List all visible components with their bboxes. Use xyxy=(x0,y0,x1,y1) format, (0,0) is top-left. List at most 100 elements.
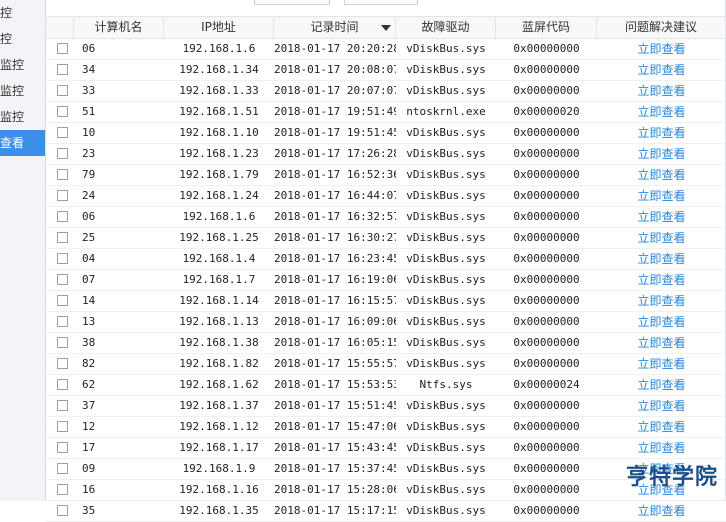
row-checkbox[interactable] xyxy=(57,400,68,411)
row-checkbox[interactable] xyxy=(57,295,68,306)
record-time-cell: 2018-01-17 15:28:06 xyxy=(274,483,396,496)
fault-driver-cell: vDiskBus.sys xyxy=(406,273,486,286)
view-now-link[interactable]: 立即查看 xyxy=(637,378,685,392)
view-now-link[interactable]: 立即查看 xyxy=(637,168,685,182)
header-computer-name[interactable]: 计算机名 xyxy=(74,17,164,38)
row-checkbox[interactable] xyxy=(57,232,68,243)
row-checkbox[interactable] xyxy=(57,148,68,159)
fault-driver-cell: vDiskBus.sys xyxy=(406,357,486,370)
table-row[interactable]: 33 192.168.1.33 2018-01-17 20:07:07 vDiskBu… xyxy=(46,81,726,102)
row-checkbox[interactable] xyxy=(57,169,68,180)
header-suggestion[interactable]: 问题解决建议 xyxy=(597,17,726,38)
row-checkbox[interactable] xyxy=(57,253,68,264)
ip-address-cell: 192.168.1.25 xyxy=(179,231,259,244)
table-row[interactable]: 07 192.168.1.7 2018-01-17 16:19:06 vDiskBus… xyxy=(46,270,726,291)
view-now-link[interactable]: 立即查看 xyxy=(637,105,685,119)
table-row[interactable]: 34 192.168.1.34 2018-01-17 20:08:07 vDiskBu… xyxy=(46,60,726,81)
row-checkbox[interactable] xyxy=(57,190,68,201)
bsod-code-cell: 0x00000000 xyxy=(513,168,580,181)
record-time-cell: 2018-01-17 15:53:53 xyxy=(274,378,396,391)
table-row[interactable]: 12 192.168.1.12 2018-01-17 15:47:06 vDiskBu… xyxy=(46,417,726,438)
row-checkbox[interactable] xyxy=(57,337,68,348)
table-row[interactable]: 37 192.168.1.37 2018-01-17 15:51:45 vDiskBu… xyxy=(46,396,726,417)
row-checkbox[interactable] xyxy=(57,85,68,96)
view-now-link[interactable]: 立即查看 xyxy=(637,294,685,308)
bsod-code-cell: 0x00000020 xyxy=(513,105,580,118)
view-now-link[interactable]: 立即查看 xyxy=(637,441,685,455)
view-now-link[interactable]: 立即查看 xyxy=(637,504,685,518)
sidebar-item-4[interactable]: 监控 xyxy=(0,104,45,130)
row-checkbox[interactable] xyxy=(57,421,68,432)
view-now-link[interactable]: 立即查看 xyxy=(637,231,685,245)
view-now-link[interactable]: 立即查看 xyxy=(637,42,685,56)
table-row[interactable]: 24 192.168.1.24 2018-01-17 16:44:07 vDiskBu… xyxy=(46,186,726,207)
row-checkbox[interactable] xyxy=(57,316,68,327)
view-now-link[interactable]: 立即查看 xyxy=(637,420,685,434)
row-checkbox[interactable] xyxy=(57,442,68,453)
sidebar-item-1[interactable]: 控 xyxy=(0,26,45,52)
header-ip-address[interactable]: IP地址 xyxy=(164,17,274,38)
ip-address-cell: 192.168.1.16 xyxy=(179,483,259,496)
suggestion-cell: 立即查看 xyxy=(597,438,726,458)
table-row[interactable]: 17 192.168.1.17 2018-01-17 15:43:45 vDiskBu… xyxy=(46,438,726,459)
row-checkbox[interactable] xyxy=(57,379,68,390)
table-row[interactable]: 04 192.168.1.4 2018-01-17 16:23:45 vDiskBus… xyxy=(46,249,726,270)
table-row[interactable]: 14 192.168.1.14 2018-01-17 16:15:57 vDiskBu… xyxy=(46,291,726,312)
table-row[interactable]: 25 192.168.1.25 2018-01-17 16:30:27 vDiskBu… xyxy=(46,228,726,249)
record-time-cell: 2018-01-17 19:51:49 xyxy=(274,105,396,118)
table-row[interactable]: 06 192.168.1.6 2018-01-17 20:20:28 vDiskBus… xyxy=(46,39,726,60)
table-row[interactable]: 23 192.168.1.23 2018-01-17 17:26:28 vDiskBu… xyxy=(46,144,726,165)
ip-address-cell: 192.168.1.7 xyxy=(182,273,256,286)
computer-name-cell: 04 xyxy=(82,252,96,265)
header-record-time[interactable]: 记录时间 xyxy=(274,17,396,38)
view-now-link[interactable]: 立即查看 xyxy=(637,315,685,329)
toolbar-button-1[interactable] xyxy=(254,0,330,5)
row-checkbox[interactable] xyxy=(57,484,68,495)
suggestion-cell: 立即查看 xyxy=(597,249,726,269)
view-now-link[interactable]: 立即查看 xyxy=(637,399,685,413)
table-row[interactable]: 62 192.168.1.62 2018-01-17 15:53:53 Ntfs.sy… xyxy=(46,375,726,396)
row-checkbox[interactable] xyxy=(57,358,68,369)
toolbar-button-2[interactable] xyxy=(344,0,418,5)
view-now-link[interactable]: 立即查看 xyxy=(637,189,685,203)
row-checkbox[interactable] xyxy=(57,43,68,54)
record-time-cell: 2018-01-17 19:51:45 xyxy=(274,126,396,139)
view-now-link[interactable]: 立即查看 xyxy=(637,357,685,371)
row-checkbox[interactable] xyxy=(57,211,68,222)
table-row[interactable]: 82 192.168.1.82 2018-01-17 15:55:57 vDiskBu… xyxy=(46,354,726,375)
header-fault-driver[interactable]: 故障驱动 xyxy=(396,17,496,38)
view-now-link[interactable]: 立即查看 xyxy=(637,336,685,350)
bsod-code-cell: 0x00000000 xyxy=(513,462,580,475)
table-row[interactable]: 16 192.168.1.16 2018-01-17 15:28:06 vDiskBu… xyxy=(46,480,726,501)
table-row[interactable]: 35 192.168.1.35 2018-01-17 15:17:15 vDiskBu… xyxy=(46,501,726,522)
view-now-link[interactable]: 立即查看 xyxy=(637,63,685,77)
bsod-code-cell: 0x00000000 xyxy=(513,126,580,139)
sidebar-item-0[interactable]: 控 xyxy=(0,0,45,26)
sidebar-item-5[interactable]: 查看 xyxy=(0,130,45,156)
row-checkbox[interactable] xyxy=(57,463,68,474)
view-now-link[interactable]: 立即查看 xyxy=(637,126,685,140)
table-row[interactable]: 13 192.168.1.13 2018-01-17 16:09:06 vDiskBu… xyxy=(46,312,726,333)
table-row[interactable]: 51 192.168.1.51 2018-01-17 19:51:49 ntoskrn… xyxy=(46,102,726,123)
header-record-time-label: 记录时间 xyxy=(310,20,359,34)
view-now-link[interactable]: 立即查看 xyxy=(637,252,685,266)
table-row[interactable]: 06 192.168.1.6 2018-01-17 16:32:57 vDiskBus… xyxy=(46,207,726,228)
row-checkbox[interactable] xyxy=(57,505,68,516)
table-row[interactable]: 10 192.168.1.10 2018-01-17 19:51:45 vDiskBu… xyxy=(46,123,726,144)
view-now-link[interactable]: 立即查看 xyxy=(637,147,685,161)
view-now-link[interactable]: 立即查看 xyxy=(637,273,685,287)
row-checkbox[interactable] xyxy=(57,106,68,117)
sidebar-item-2[interactable]: 监控 xyxy=(0,52,45,78)
view-now-link[interactable]: 立即查看 xyxy=(637,210,685,224)
table-row[interactable]: 79 192.168.1.79 2018-01-17 16:52:36 vDiskBu… xyxy=(46,165,726,186)
row-checkbox[interactable] xyxy=(57,274,68,285)
computer-name-cell: 37 xyxy=(82,399,96,412)
table-row[interactable]: 09 192.168.1.9 2018-01-17 15:37:45 vDiskBus… xyxy=(46,459,726,480)
table-row[interactable]: 38 192.168.1.38 2018-01-17 16:05:15 vDiskBu… xyxy=(46,333,726,354)
row-checkbox[interactable] xyxy=(57,64,68,75)
header-bsod-code[interactable]: 蓝屏代码 xyxy=(496,17,597,38)
suggestion-cell: 立即查看 xyxy=(597,39,726,59)
row-checkbox[interactable] xyxy=(57,127,68,138)
view-now-link[interactable]: 立即查看 xyxy=(637,84,685,98)
sidebar-item-3[interactable]: 监控 xyxy=(0,78,45,104)
